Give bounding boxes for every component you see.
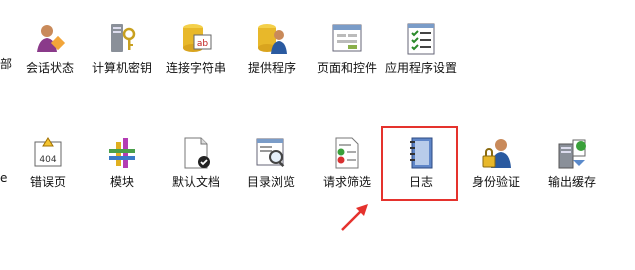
feature-label: 请求筛选 xyxy=(322,175,371,189)
feature-label: 计算机密钥 xyxy=(91,61,152,75)
machine-key-icon xyxy=(111,24,136,52)
pages-controls-icon xyxy=(332,24,362,52)
output-caching-icon xyxy=(558,139,586,169)
feature-app-settings[interactable]: 应用程序设置 xyxy=(383,22,459,86)
cut-label-row2: e xyxy=(0,171,8,185)
session-state-icon xyxy=(37,25,66,52)
highlight-box xyxy=(381,126,458,201)
feature-providers[interactable]: 提供程序 xyxy=(234,22,310,86)
feature-default-document[interactable]: 默认文档 xyxy=(158,136,234,200)
error-badge: 404 xyxy=(39,155,56,165)
feature-label: 模块 xyxy=(109,175,134,189)
feature-output-caching[interactable]: 输出缓存 xyxy=(534,136,610,200)
feature-label: 输出缓存 xyxy=(547,175,596,189)
feature-label: 错误页 xyxy=(29,175,66,189)
providers-icon xyxy=(258,24,287,54)
connection-string-icon: ab xyxy=(183,24,212,52)
feature-connection-strings[interactable]: ab 连接字符串 xyxy=(158,22,234,86)
feature-session-state[interactable]: 会话状态 xyxy=(12,22,88,86)
feature-label: 身份验证 xyxy=(471,175,520,189)
feature-label: 目录浏览 xyxy=(246,175,295,189)
feature-authentication[interactable]: 身份验证 xyxy=(458,136,534,200)
feature-error-pages[interactable]: 404 错误页 xyxy=(10,136,86,200)
feature-label: 提供程序 xyxy=(247,61,296,75)
feature-machine-key[interactable]: 计算机密钥 xyxy=(84,22,160,86)
feature-directory-browsing[interactable]: 目录浏览 xyxy=(233,136,309,200)
feature-label: 页面和控件 xyxy=(316,61,377,75)
feature-label: 应用程序设置 xyxy=(384,61,457,75)
svg-text:ab: ab xyxy=(197,39,209,49)
cut-label-row1: 部 xyxy=(0,57,13,71)
red-arrow-annotation xyxy=(341,204,368,231)
authentication-icon xyxy=(482,139,511,168)
error-pages-icon: 404 xyxy=(34,137,62,167)
feature-label: 默认文档 xyxy=(171,175,220,189)
modules-icon xyxy=(109,138,135,168)
directory-browsing-icon xyxy=(256,138,285,168)
feature-request-filtering[interactable]: 请求筛选 xyxy=(309,136,385,200)
app-settings-icon xyxy=(407,23,435,55)
feature-label: 连接字符串 xyxy=(165,61,226,75)
feature-label: 会话状态 xyxy=(25,61,74,75)
feature-modules[interactable]: 模块 xyxy=(84,136,160,200)
feature-pages-controls[interactable]: 页面和控件 xyxy=(309,22,385,86)
default-document-icon xyxy=(184,137,210,169)
request-filtering-icon xyxy=(335,137,359,169)
